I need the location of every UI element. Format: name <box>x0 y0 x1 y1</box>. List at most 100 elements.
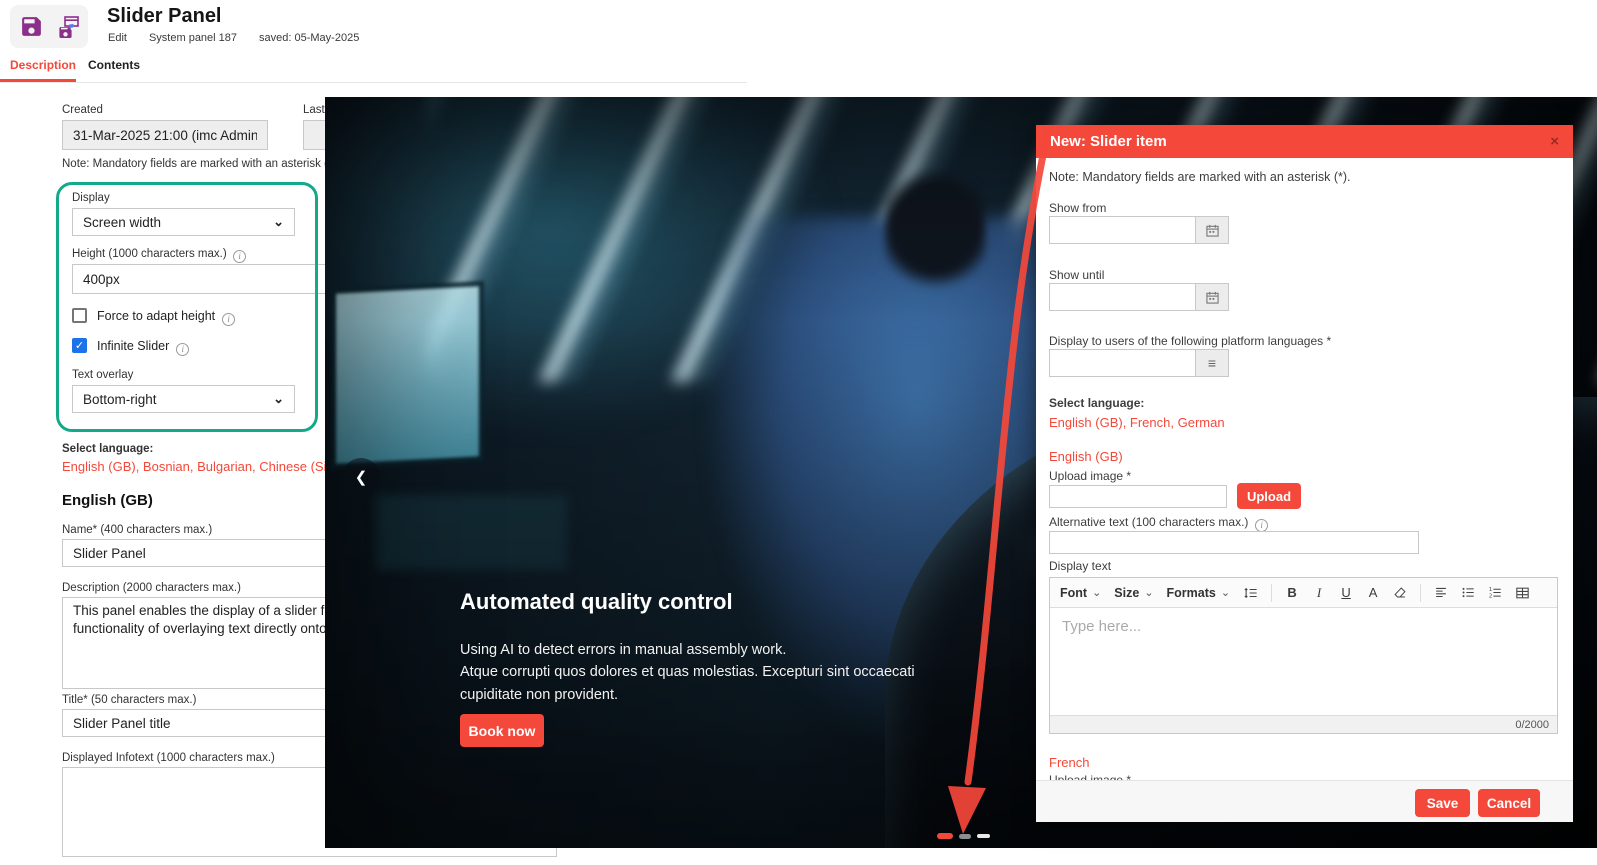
tab-description[interactable]: Description <box>10 58 76 72</box>
breadcrumb: Edit System panel 187 saved: 05-May-2025 <box>108 32 359 44</box>
mandatory-note: Note: Mandatory fields are marked with a… <box>62 158 328 170</box>
font-dropdown[interactable]: Font⌄ <box>1060 586 1101 600</box>
infinite-slider-checkbox[interactable]: ✓ <box>72 338 87 353</box>
section-english-gb[interactable]: English (GB) <box>1049 449 1123 464</box>
svg-text:2: 2 <box>1489 593 1492 599</box>
book-now-button[interactable]: Book now <box>460 714 544 747</box>
save-and-close-icon[interactable] <box>54 14 80 40</box>
slide-heading: Automated quality control <box>460 589 733 615</box>
chevron-down-icon: ⌄ <box>273 214 284 230</box>
created-field <box>62 120 268 150</box>
close-icon[interactable]: × <box>1550 133 1559 150</box>
clear-formatting-button[interactable] <box>1393 586 1407 599</box>
numbered-list-button[interactable]: 12 <box>1488 586 1502 599</box>
upload-image-field[interactable] <box>1049 485 1227 508</box>
table-icon <box>1515 586 1530 600</box>
underline-button[interactable]: U <box>1339 585 1353 600</box>
size-dropdown[interactable]: Size⌄ <box>1114 586 1153 600</box>
slider-dot-active[interactable] <box>937 833 953 839</box>
slider-dot[interactable] <box>977 834 990 838</box>
eraser-icon <box>1393 586 1407 599</box>
dialog-mandatory-note: Note: Mandatory fields are marked with a… <box>1049 170 1351 184</box>
font-color-button[interactable]: A <box>1366 585 1380 600</box>
slider-prev-button[interactable]: ❮ <box>342 458 380 496</box>
platform-languages-label: Display to users of the following platfo… <box>1049 334 1331 348</box>
chevron-down-icon: ⌄ <box>1221 586 1230 599</box>
platform-languages-field[interactable] <box>1049 349 1196 377</box>
created-label: Created <box>62 104 103 116</box>
upload-button[interactable]: Upload <box>1237 483 1301 509</box>
text-overlay-label: Text overlay <box>72 369 133 381</box>
dialog-title: New: Slider item <box>1050 133 1167 150</box>
character-counter: 0/2000 <box>1515 719 1549 731</box>
last-saved-label: Last <box>303 104 325 116</box>
calendar-icon <box>1206 291 1219 304</box>
display-select-value: Screen width <box>83 215 161 230</box>
align-left-icon <box>1434 586 1448 599</box>
show-until-label: Show until <box>1049 268 1104 282</box>
chevron-down-icon: ⌄ <box>273 391 284 407</box>
rte-status-bar: 0/2000 <box>1050 715 1557 733</box>
slide-body-text: Using AI to detect errors in manual asse… <box>460 639 960 706</box>
dialog-footer: Save Cancel <box>1036 780 1573 822</box>
text-overlay-select-value: Bottom-right <box>83 392 157 407</box>
cancel-button[interactable]: Cancel <box>1478 789 1540 817</box>
show-until-calendar-button[interactable] <box>1196 283 1229 311</box>
language-links[interactable]: English (GB), Bosnian, Bulgarian, Chines… <box>62 459 326 474</box>
infinite-slider-label: Infinite Slider i <box>97 339 189 356</box>
chevron-down-icon: ⌄ <box>1092 586 1101 599</box>
show-from-field[interactable] <box>1049 216 1196 244</box>
dialog-header: New: Slider item × <box>1036 125 1573 158</box>
meta-edit: Edit <box>108 32 127 44</box>
list-icon: ≡ <box>1208 355 1216 371</box>
chevron-down-icon: ⌄ <box>1144 586 1153 599</box>
force-adapt-height-checkbox[interactable] <box>72 308 87 323</box>
bullet-list-button[interactable] <box>1461 586 1475 599</box>
text-overlay-select[interactable]: Bottom-right ⌄ <box>72 385 295 413</box>
page-title: Slider Panel <box>107 5 222 28</box>
rte-content-area[interactable]: Type here... <box>1050 608 1557 715</box>
tab-contents[interactable]: Contents <box>88 58 140 72</box>
display-text-label: Display text <box>1049 559 1111 573</box>
line-height-button[interactable] <box>1243 586 1258 600</box>
header-action-bar <box>10 5 88 48</box>
dialog-language-links[interactable]: English (GB), French, German <box>1049 415 1225 430</box>
force-adapt-height-label: Force to adapt height i <box>97 309 235 326</box>
dialog-select-language-label: Select language: <box>1049 396 1144 410</box>
upload-image-label: Upload image * <box>1049 469 1131 483</box>
save-button[interactable]: Save <box>1415 789 1470 817</box>
slider-dots <box>937 833 990 839</box>
bold-button[interactable]: B <box>1285 585 1299 600</box>
info-icon[interactable]: i <box>176 343 189 356</box>
display-label: Display <box>72 192 110 204</box>
numbered-list-icon: 12 <box>1488 586 1502 599</box>
formats-dropdown[interactable]: Formats⌄ <box>1167 586 1231 600</box>
show-until-field[interactable] <box>1049 283 1196 311</box>
toolbar-separator <box>1420 584 1421 602</box>
italic-button[interactable]: I <box>1312 585 1326 601</box>
show-from-calendar-button[interactable] <box>1196 216 1229 244</box>
table-button[interactable] <box>1515 586 1530 600</box>
info-icon[interactable]: i <box>222 313 235 326</box>
display-select[interactable]: Screen width ⌄ <box>72 208 295 236</box>
chevron-left-icon: ❮ <box>355 468 368 486</box>
new-slider-item-dialog: New: Slider item × Note: Mandatory field… <box>1036 125 1573 822</box>
align-left-button[interactable] <box>1434 586 1448 599</box>
section-french[interactable]: French <box>1049 755 1089 770</box>
info-icon[interactable]: i <box>1255 519 1268 532</box>
alt-text-field[interactable] <box>1049 531 1419 554</box>
slider-dot[interactable] <box>959 834 971 839</box>
calendar-icon <box>1206 224 1219 237</box>
line-height-icon <box>1243 586 1258 600</box>
info-icon[interactable]: i <box>233 250 246 263</box>
rich-text-editor: Font⌄ Size⌄ Formats⌄ B I U A <box>1049 577 1558 734</box>
alt-text-label: Alternative text (100 characters max.) i <box>1049 515 1268 532</box>
description-label: Description (2000 characters max.) <box>62 582 241 594</box>
rte-placeholder: Type here... <box>1062 618 1141 635</box>
language-section-heading: English (GB) <box>62 492 153 509</box>
svg-text:1: 1 <box>1489 587 1492 593</box>
name-label: Name* (400 characters max.) <box>62 524 212 536</box>
platform-languages-list-button[interactable]: ≡ <box>1196 349 1229 377</box>
save-icon[interactable] <box>19 14 44 39</box>
height-label: Height (1000 characters max.) i <box>72 248 246 263</box>
